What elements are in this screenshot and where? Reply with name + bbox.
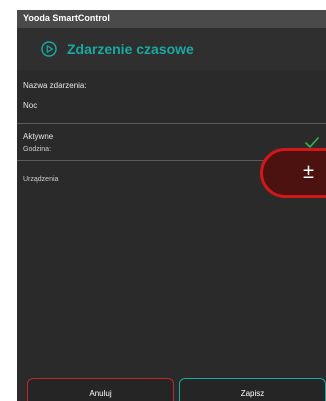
event-name-label: Nazwa zdarzenia: <box>23 81 87 90</box>
add-remove-device-button[interactable]: ± <box>260 148 326 198</box>
play-circle-icon[interactable] <box>41 41 57 57</box>
save-button-label: Zapisz <box>240 389 265 398</box>
page-header: Zdarzenie czasowe <box>17 28 326 70</box>
app-screen: Yooda SmartControl Zdarzenie czasowe Naz… <box>17 10 326 401</box>
active-label: Aktywne <box>23 132 54 141</box>
cancel-button-label: Anuluj <box>89 389 112 398</box>
time-label: Godzina: <box>23 146 52 153</box>
cancel-button[interactable]: Anuluj <box>27 378 174 401</box>
page-title: Zdarzenie czasowe <box>67 41 194 57</box>
divider <box>17 123 326 124</box>
event-name-value[interactable]: Noc <box>23 101 37 110</box>
plus-minus-icon: ± <box>303 161 314 183</box>
app-title-bar: Yooda SmartControl <box>17 10 326 28</box>
devices-label: Urządzenia <box>23 176 59 183</box>
save-button[interactable]: Zapisz <box>179 378 326 401</box>
app-title: Yooda SmartControl <box>23 13 110 23</box>
